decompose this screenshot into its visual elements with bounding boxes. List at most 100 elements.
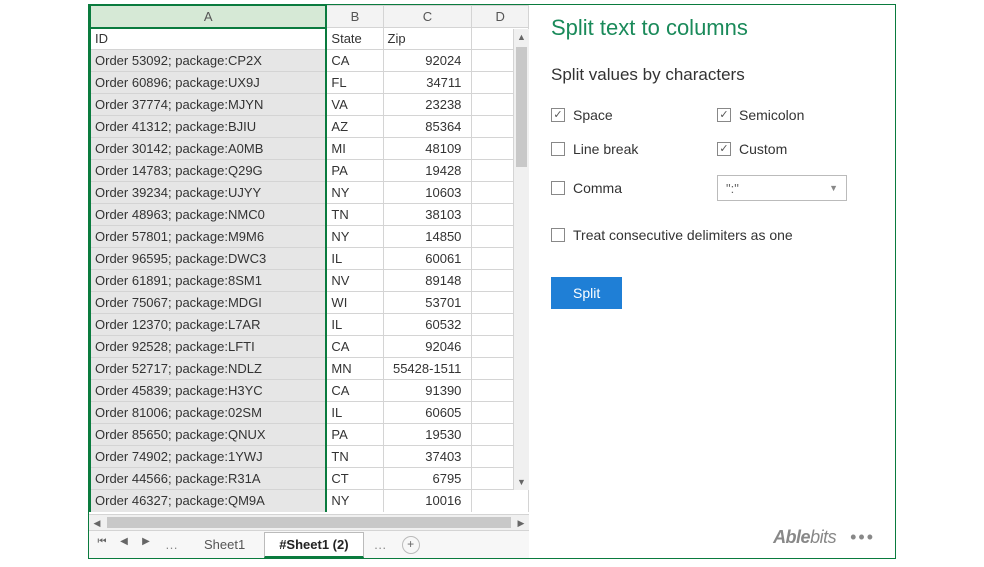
cell[interactable]: Order 46327; package:QM9A: [90, 490, 326, 512]
checkbox-comma[interactable]: Comma: [551, 175, 707, 201]
sheet-tab-bar: ⏮ ◀ ▶ … Sheet1 #Sheet1 (2) … +: [89, 530, 529, 558]
cell[interactable]: 14850: [383, 226, 472, 248]
cell[interactable]: Order 45839; package:H3YC: [90, 380, 326, 402]
cell[interactable]: Order 44566; package:R31A: [90, 468, 326, 490]
custom-delimiter-select[interactable]: ":" ▼: [717, 175, 847, 201]
cell[interactable]: Order 37774; package:MJYN: [90, 94, 326, 116]
hscroll-thumb[interactable]: [107, 517, 511, 528]
cell[interactable]: 6795: [383, 468, 472, 490]
cell[interactable]: NV: [326, 270, 383, 292]
grid[interactable]: A B C D IDStateZip Order 53092; package:C…: [89, 5, 529, 514]
cell[interactable]: State: [326, 28, 383, 50]
col-header-D[interactable]: D: [472, 6, 529, 28]
checkbox-custom[interactable]: Custom: [717, 141, 873, 157]
cell[interactable]: IL: [326, 248, 383, 270]
cell[interactable]: 38103: [383, 204, 472, 226]
cell[interactable]: PA: [326, 160, 383, 182]
cell[interactable]: Order 41312; package:BJIU: [90, 116, 326, 138]
checkbox-treat-consecutive[interactable]: Treat consecutive delimiters as one: [551, 227, 873, 243]
cell[interactable]: Order 61891; package:8SM1: [90, 270, 326, 292]
tab-nav-next-icon[interactable]: ▶: [137, 536, 155, 554]
cell[interactable]: IL: [326, 314, 383, 336]
scroll-left-icon[interactable]: ◀: [89, 515, 105, 531]
cell[interactable]: ID: [90, 28, 326, 50]
cell[interactable]: 19530: [383, 424, 472, 446]
col-header-C[interactable]: C: [383, 6, 472, 28]
tab-sheet1[interactable]: Sheet1: [189, 532, 260, 557]
cell[interactable]: 92046: [383, 336, 472, 358]
tab-more-right[interactable]: …: [368, 537, 394, 552]
cell[interactable]: Order 60896; package:UX9J: [90, 72, 326, 94]
cell[interactable]: NY: [326, 226, 383, 248]
cell[interactable]: Order 75067; package:MDGI: [90, 292, 326, 314]
cell[interactable]: Order 52717; package:NDLZ: [90, 358, 326, 380]
cell[interactable]: Order 92528; package:LFTI: [90, 336, 326, 358]
cell[interactable]: 60061: [383, 248, 472, 270]
tab-more-left[interactable]: …: [159, 537, 185, 552]
cell[interactable]: CA: [326, 380, 383, 402]
cell[interactable]: WI: [326, 292, 383, 314]
scroll-up-icon[interactable]: ▲: [514, 29, 529, 45]
cell[interactable]: Order 81006; package:02SM: [90, 402, 326, 424]
split-button[interactable]: Split: [551, 277, 622, 309]
cell[interactable]: Order 85650; package:QNUX: [90, 424, 326, 446]
checkbox-space[interactable]: Space: [551, 107, 707, 123]
col-header-B[interactable]: B: [326, 6, 383, 28]
cell[interactable]: 91390: [383, 380, 472, 402]
cell[interactable]: Order 48963; package:NMC0: [90, 204, 326, 226]
cell[interactable]: 37403: [383, 446, 472, 468]
cell[interactable]: Order 57801; package:M9M6: [90, 226, 326, 248]
cell[interactable]: 23238: [383, 94, 472, 116]
split-panel: Split text to columns Split values by ch…: [529, 5, 895, 558]
cell[interactable]: CT: [326, 468, 383, 490]
tab-nav-first-icon[interactable]: ⏮: [93, 536, 111, 554]
cell[interactable]: TN: [326, 446, 383, 468]
checkbox-linebreak[interactable]: Line break: [551, 141, 707, 157]
cell[interactable]: 48109: [383, 138, 472, 160]
cell[interactable]: 19428: [383, 160, 472, 182]
cell[interactable]: [472, 490, 529, 512]
scroll-thumb[interactable]: [516, 47, 527, 167]
cell[interactable]: MN: [326, 358, 383, 380]
cell[interactable]: IL: [326, 402, 383, 424]
cell[interactable]: CA: [326, 336, 383, 358]
cell[interactable]: MI: [326, 138, 383, 160]
cell[interactable]: Order 53092; package:CP2X: [90, 50, 326, 72]
scroll-right-icon[interactable]: ▶: [513, 515, 529, 531]
checkbox-semicolon[interactable]: Semicolon: [717, 107, 873, 123]
cell[interactable]: CA: [326, 50, 383, 72]
tab-sheet1-2[interactable]: #Sheet1 (2): [264, 532, 363, 558]
add-sheet-button[interactable]: +: [402, 536, 420, 554]
panel-title: Split text to columns: [551, 15, 873, 41]
scroll-down-icon[interactable]: ▼: [514, 474, 529, 490]
more-menu-icon[interactable]: •••: [850, 527, 875, 548]
horizontal-scrollbar[interactable]: ◀ ▶: [89, 514, 529, 530]
cell[interactable]: Order 74902; package:1YWJ: [90, 446, 326, 468]
cell[interactable]: 55428-1511: [383, 358, 472, 380]
cell[interactable]: TN: [326, 204, 383, 226]
cell[interactable]: 53701: [383, 292, 472, 314]
cell[interactable]: 89148: [383, 270, 472, 292]
cell[interactable]: 85364: [383, 116, 472, 138]
cell[interactable]: 60605: [383, 402, 472, 424]
cell[interactable]: Order 39234; package:UJYY: [90, 182, 326, 204]
cell[interactable]: Order 12370; package:L7AR: [90, 314, 326, 336]
cell[interactable]: 10603: [383, 182, 472, 204]
cell[interactable]: AZ: [326, 116, 383, 138]
cell[interactable]: PA: [326, 424, 383, 446]
cell[interactable]: 92024: [383, 50, 472, 72]
cell[interactable]: 34711: [383, 72, 472, 94]
cell[interactable]: Order 14783; package:Q29G: [90, 160, 326, 182]
cell[interactable]: VA: [326, 94, 383, 116]
cell[interactable]: Order 30142; package:A0MB: [90, 138, 326, 160]
vertical-scrollbar[interactable]: ▲ ▼: [513, 29, 529, 490]
col-header-A[interactable]: A: [90, 6, 326, 28]
tab-nav-prev-icon[interactable]: ◀: [115, 536, 133, 554]
cell[interactable]: Order 96595; package:DWC3: [90, 248, 326, 270]
cell[interactable]: FL: [326, 72, 383, 94]
cell[interactable]: NY: [326, 182, 383, 204]
cell[interactable]: 10016: [383, 490, 472, 512]
cell[interactable]: Zip: [383, 28, 472, 50]
cell[interactable]: NY: [326, 490, 383, 512]
cell[interactable]: 60532: [383, 314, 472, 336]
